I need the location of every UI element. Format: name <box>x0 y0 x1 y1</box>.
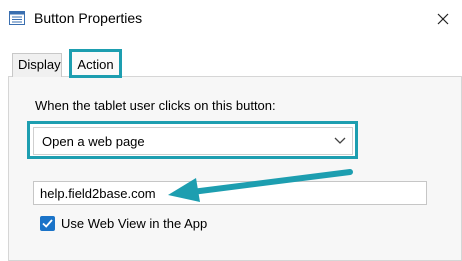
title-bar: Button Properties <box>0 0 462 38</box>
tab-action[interactable]: Action <box>69 49 122 78</box>
webview-checkbox-label: Use Web View in the App <box>61 216 208 231</box>
action-prompt-label: When the tablet user clicks on this butt… <box>35 98 276 113</box>
checkmark-icon <box>42 219 53 228</box>
close-icon[interactable] <box>432 8 454 30</box>
tab-display[interactable]: Display <box>12 53 62 77</box>
webview-checkbox[interactable] <box>40 216 55 231</box>
action-select-value: Open a web page <box>42 134 145 149</box>
pointer-arrow-icon <box>168 169 353 202</box>
table-form-icon <box>9 11 25 25</box>
action-select[interactable]: Open a web page <box>33 127 353 155</box>
chevron-down-icon <box>334 137 346 144</box>
window-title: Button Properties <box>34 10 143 26</box>
